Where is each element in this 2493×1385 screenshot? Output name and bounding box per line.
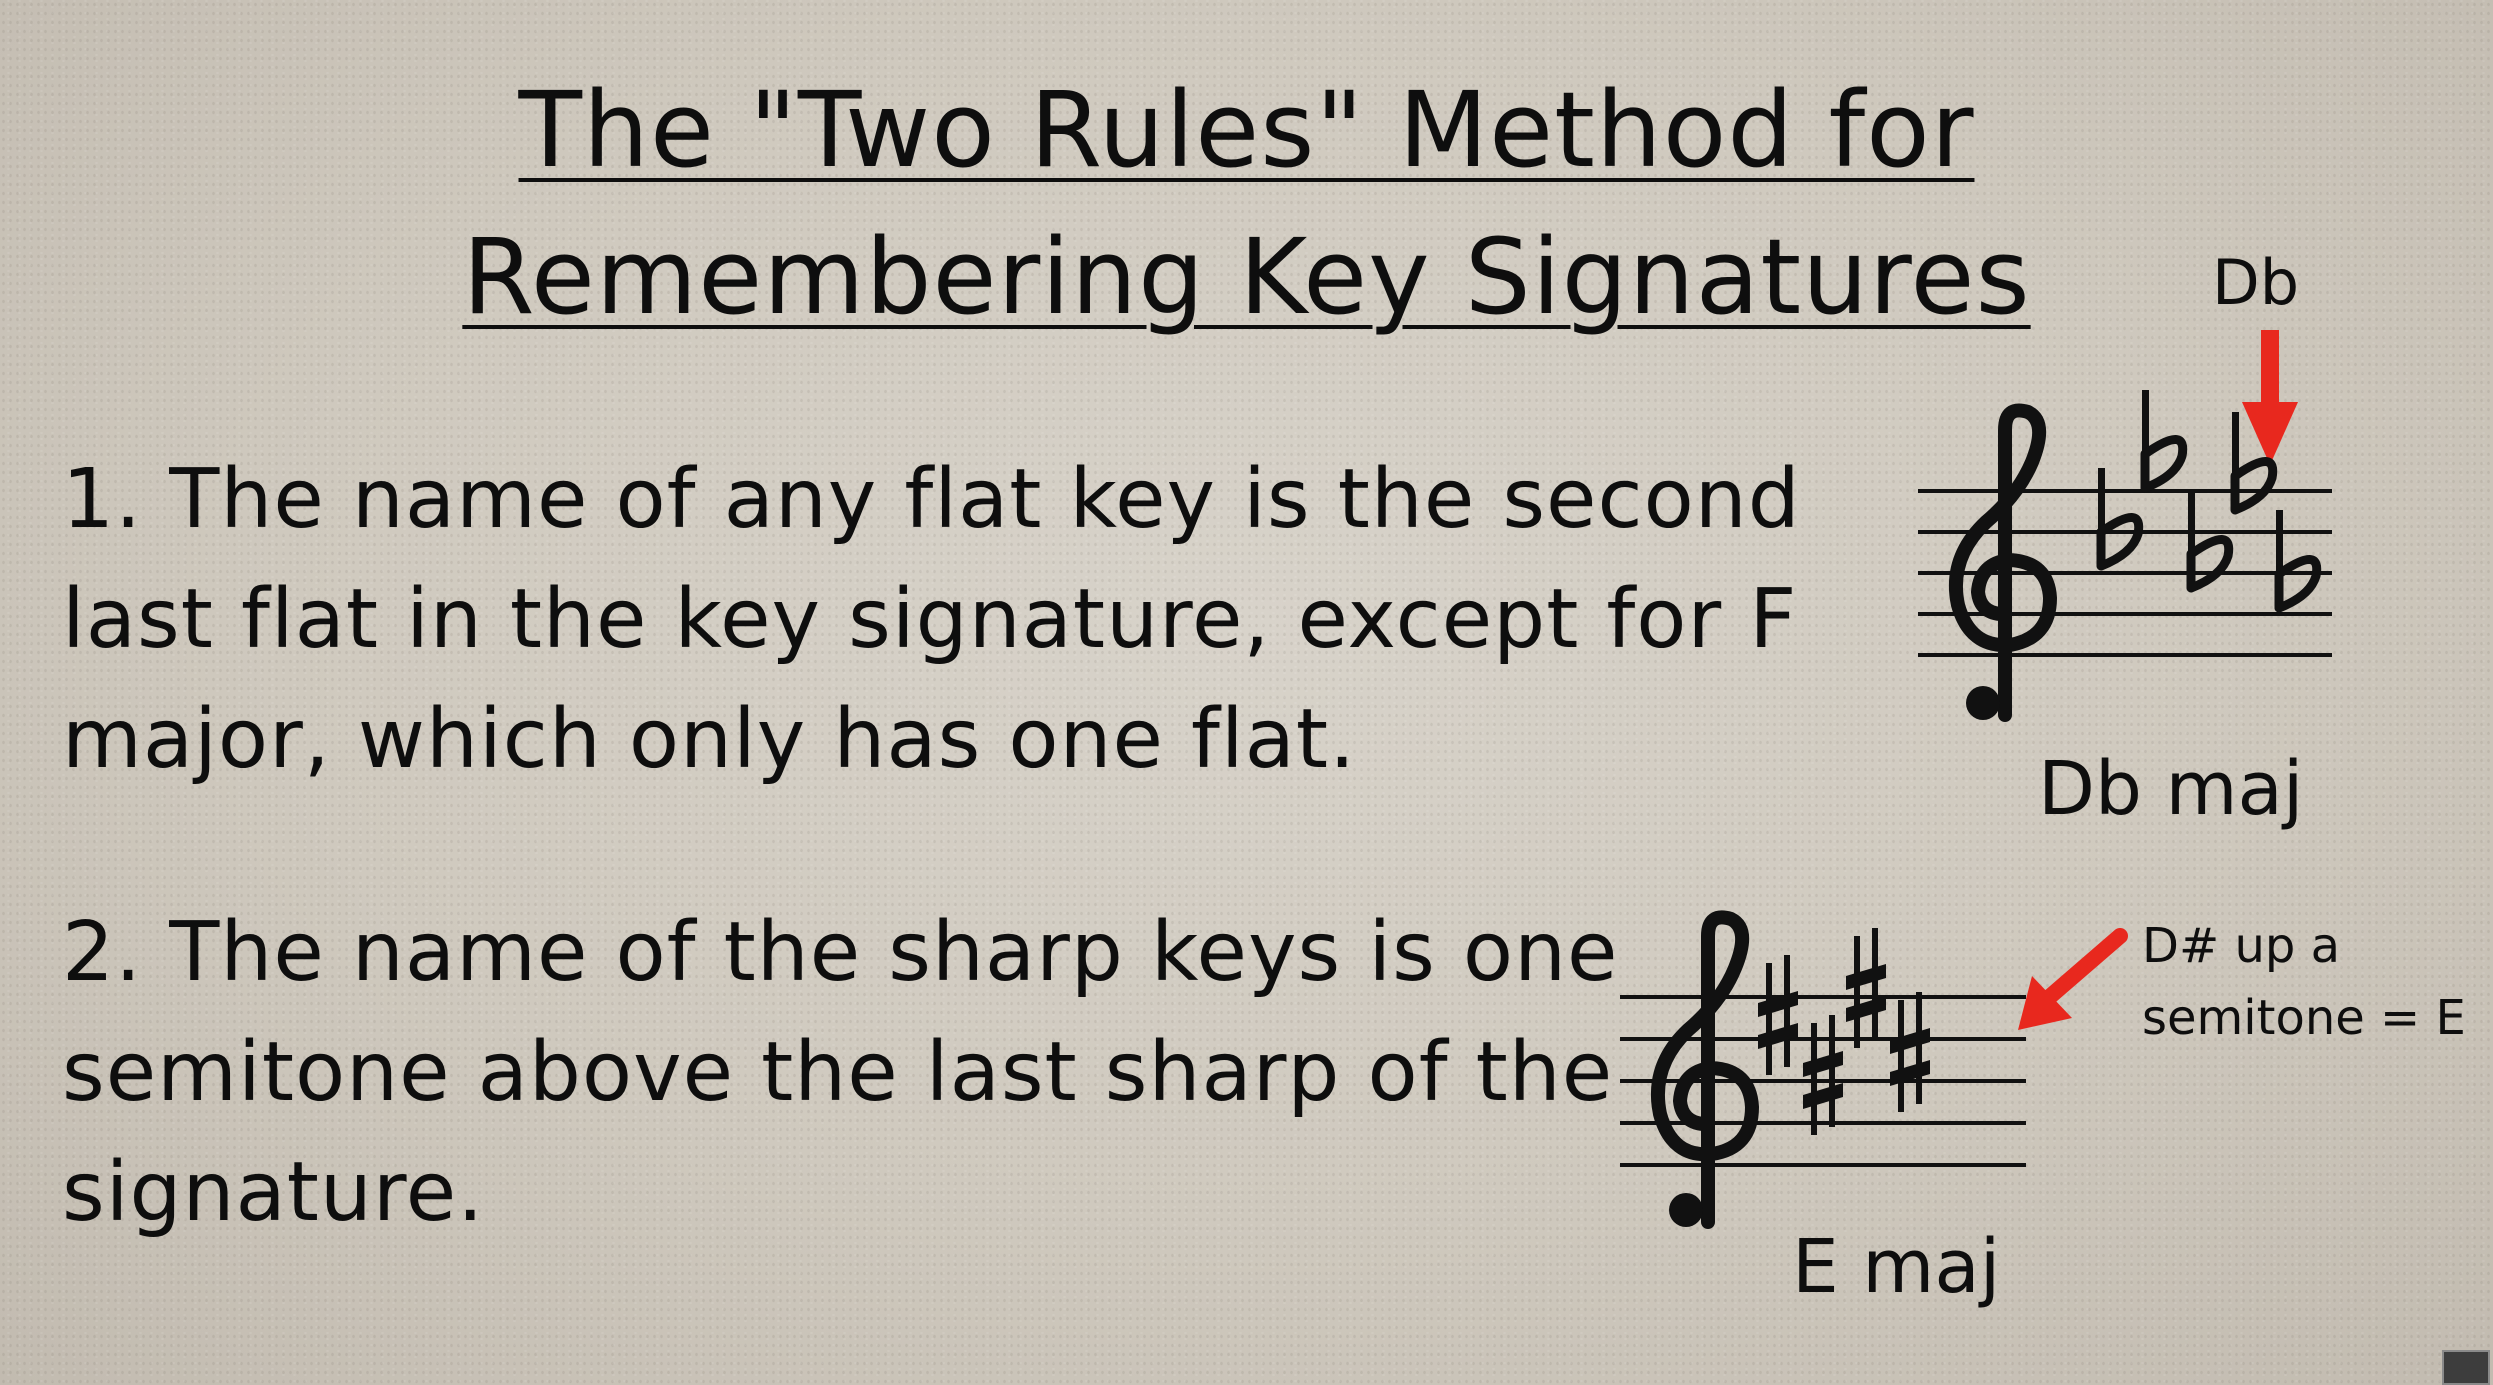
page-title-line-1: The "Two Rules" Method for	[518, 69, 1975, 191]
treble-clef-icon	[1948, 403, 2058, 722]
db-pointer-label: Db	[2212, 246, 2300, 319]
flat-sign-icon	[2230, 412, 2278, 515]
red-diagonal-arrow-icon	[2018, 928, 2128, 1030]
rule-1-line: last flat in the key signature, except f…	[62, 572, 1798, 667]
sharp-sign-icon	[1890, 992, 1930, 1112]
flat-sign-icon	[2096, 468, 2144, 571]
rule-1-text: 1. The name of any flat key is the secon…	[62, 440, 1801, 800]
semitone-note-line: D# up a	[2142, 918, 2340, 974]
channel-avatar-icon	[2442, 1350, 2490, 1385]
sharp-sign-icon	[1758, 955, 1798, 1075]
treble-clef-icon	[1650, 910, 1760, 1229]
semitone-note-line: semitone = E	[2142, 990, 2466, 1046]
flat-key-signature-staff	[1918, 390, 2332, 722]
rule-2-line: 2. The name of the sharp keys is one	[62, 905, 1619, 1000]
flat-sign-icon	[2140, 390, 2188, 493]
db-major-label: Db maj	[2038, 746, 2304, 832]
treble-clef-tail	[1669, 1193, 1703, 1227]
rule-1-line: 1. The name of any flat key is the secon…	[62, 452, 1801, 547]
sharp-sign-icon	[1803, 1015, 1843, 1135]
semitone-note: D# up a semitone = E	[2142, 910, 2466, 1054]
treble-clef-tail	[1966, 686, 2000, 720]
page-title-line-2: Remembering Key Signatures	[462, 216, 2031, 338]
rule-2-line: signature.	[62, 1145, 485, 1240]
rule-1-line: major, which only has one flat.	[62, 692, 1357, 787]
sharp-accidentals	[1758, 928, 1930, 1135]
sharp-sign-icon	[1846, 928, 1886, 1048]
rule-2-line: semitone above the last sharp of the	[62, 1025, 1614, 1120]
flat-sign-icon	[2274, 510, 2322, 613]
sharp-key-signature-staff	[1620, 910, 2026, 1229]
rule-2-text: 2. The name of the sharp keys is one sem…	[62, 893, 1618, 1253]
flat-accidentals	[2096, 390, 2322, 613]
e-major-label: E maj	[1792, 1224, 2001, 1310]
